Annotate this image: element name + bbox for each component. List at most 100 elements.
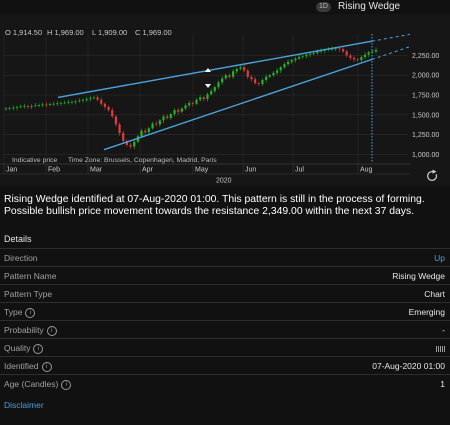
candle-body xyxy=(228,75,231,77)
detail-row-type: Type i Emerging xyxy=(0,302,450,321)
detail-row-identified: Identified i 07-Aug-2020 01:00 xyxy=(0,356,450,375)
type-value: Emerging xyxy=(408,307,445,317)
ohlc-open: O 1,914.50 xyxy=(5,28,42,37)
info-icon[interactable]: i xyxy=(41,361,52,372)
candle-body xyxy=(206,94,209,99)
candle-body xyxy=(37,104,41,106)
y-tick-label: 2,250.00 xyxy=(412,53,439,60)
candle-body xyxy=(15,106,19,108)
candle-body xyxy=(45,104,48,106)
candle-body xyxy=(56,103,59,105)
detail-label-text: Probability xyxy=(4,325,44,335)
candle-body xyxy=(286,61,290,65)
candle-body xyxy=(246,70,249,77)
detail-label: Quality i xyxy=(4,343,44,354)
disclaimer-link[interactable]: Disclaimer xyxy=(4,400,44,410)
candle-body xyxy=(147,128,150,133)
header: 1D Rising Wedge xyxy=(0,0,450,14)
quality-bar xyxy=(443,345,445,352)
info-icon[interactable]: i xyxy=(25,307,36,318)
candle-body xyxy=(268,75,271,77)
info-icon[interactable]: i xyxy=(46,325,57,336)
detail-row-pattern-name: Pattern Name Rising Wedge xyxy=(0,266,450,285)
candle-body xyxy=(12,107,15,109)
candle-body xyxy=(352,57,356,60)
candle-body xyxy=(34,105,37,107)
candle-body xyxy=(67,102,70,103)
x-tick-label: Jun xyxy=(245,167,256,174)
candle-body xyxy=(114,116,118,125)
candle-body xyxy=(232,71,235,77)
candle-body xyxy=(367,52,370,55)
candle-body xyxy=(199,97,202,100)
candle-body xyxy=(202,97,205,99)
year-label: 2020 xyxy=(216,178,232,185)
candle-body xyxy=(301,56,304,58)
x-tick-label: Feb xyxy=(48,167,60,174)
timeframe-badge[interactable]: 1D xyxy=(316,2,331,12)
price-chart[interactable]: O 1,914.50 H 1,969.00 L 1,909.00 C 1,969… xyxy=(0,14,450,186)
candle-body xyxy=(85,99,88,100)
details-heading: Details xyxy=(4,234,32,244)
candle-body xyxy=(250,76,253,80)
age-value: 1 xyxy=(440,379,445,389)
candle-body xyxy=(261,79,264,84)
candle-body xyxy=(290,60,293,62)
candle-body xyxy=(52,103,55,105)
y-tick-label: 1,750.00 xyxy=(412,93,439,100)
candle-body xyxy=(297,57,301,59)
candle-body xyxy=(140,130,143,137)
x-tick-label: Mar xyxy=(90,167,103,174)
x-tick-label: Jan xyxy=(6,167,17,174)
candle-body xyxy=(26,106,30,107)
candle-body xyxy=(235,68,238,72)
candle-body xyxy=(74,101,77,103)
candle-body xyxy=(210,91,213,95)
candle-body xyxy=(279,67,282,71)
detail-label: Direction xyxy=(4,253,38,263)
candle-body xyxy=(180,108,183,112)
candle-body xyxy=(19,106,22,108)
info-icon[interactable]: i xyxy=(61,379,72,390)
info-icon[interactable]: i xyxy=(33,343,44,354)
candle-body xyxy=(81,99,85,101)
candle-body xyxy=(162,116,165,121)
candle-body xyxy=(239,67,242,69)
detail-row-probability: Probability i - xyxy=(0,320,450,339)
candle-body xyxy=(275,70,279,73)
candle-body xyxy=(308,53,312,55)
detail-label: Pattern Type xyxy=(4,289,53,299)
quality-bars-icon xyxy=(435,344,445,354)
detail-label: Pattern Name xyxy=(4,271,57,281)
candle-body xyxy=(312,53,315,54)
candle-body xyxy=(283,64,286,68)
detail-row-pattern-type: Pattern Type Chart xyxy=(0,284,450,303)
candle-body xyxy=(70,101,74,103)
detail-label-text: Type xyxy=(4,307,23,317)
chart-svg: O 1,914.50 H 1,969.00 L 1,909.00 C 1,969… xyxy=(0,14,450,186)
candle-body xyxy=(63,102,66,104)
ohlc-close: C 1,969.00 xyxy=(135,28,172,37)
candle-body xyxy=(96,97,99,100)
pattern-type-value: Chart xyxy=(424,289,445,299)
candle-body xyxy=(264,76,268,80)
detail-label: Type i xyxy=(4,307,36,318)
direction-value[interactable]: Up xyxy=(434,253,445,263)
detail-label-text: Identified xyxy=(4,361,39,371)
candle-body xyxy=(103,103,107,107)
candle-body xyxy=(23,106,26,107)
candle-body xyxy=(151,123,154,129)
candle-body xyxy=(173,110,176,115)
timezone-note: Time Zone: Brussels, Copenhagen, Madrid,… xyxy=(68,157,217,164)
candle-body xyxy=(349,55,352,58)
candle-body xyxy=(363,54,367,58)
identified-value: 07-Aug-2020 01:00 xyxy=(372,361,445,371)
candle-body xyxy=(111,110,114,117)
candle-body xyxy=(254,79,257,84)
detail-row-quality: Quality i xyxy=(0,338,450,357)
candle-body xyxy=(169,114,172,119)
candle-body xyxy=(100,99,103,104)
detail-label-text: Age (Candles) xyxy=(4,379,59,389)
candle-body xyxy=(92,97,96,99)
pattern-name-value: Rising Wedge xyxy=(392,271,445,281)
